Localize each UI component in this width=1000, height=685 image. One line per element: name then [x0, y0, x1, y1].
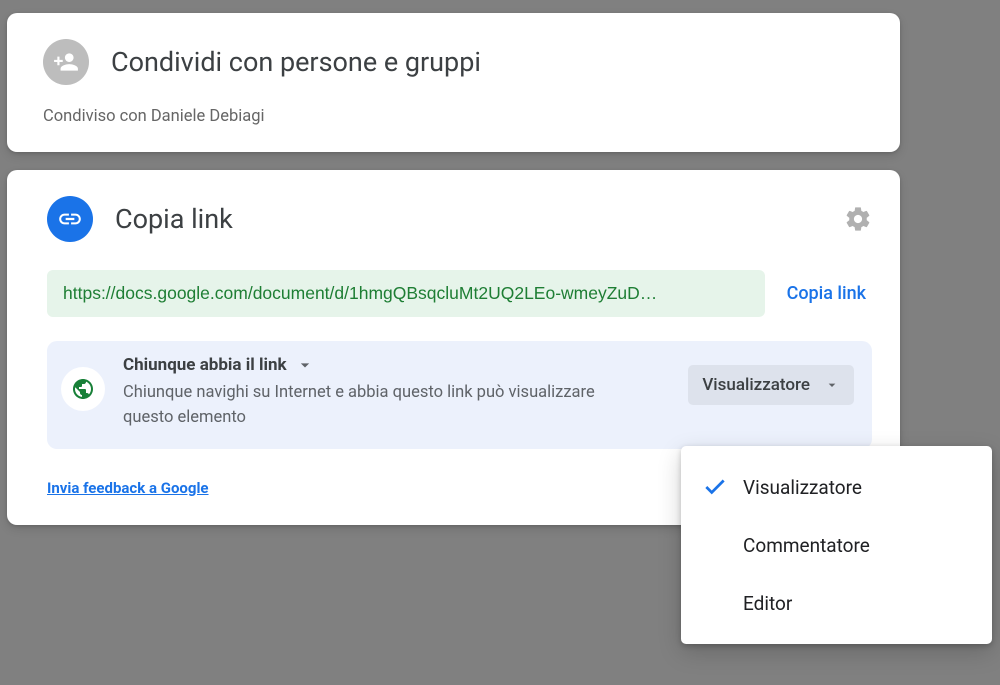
link-header-left: Copia link	[47, 196, 233, 242]
role-option-viewer[interactable]: Visualizzatore	[681, 458, 992, 516]
role-dropdown-button[interactable]: Visualizzatore	[688, 365, 854, 405]
access-text: Chiunque abbia il link Chiunque navighi …	[123, 355, 670, 431]
role-dropdown-menu: Visualizzatore Commentatore Editor	[681, 446, 992, 644]
check-placeholder	[701, 591, 729, 615]
access-scope-dropdown[interactable]: Chiunque abbia il link	[123, 355, 670, 375]
link-header: Copia link	[47, 196, 872, 242]
copy-link-button[interactable]: Copia link	[787, 283, 872, 304]
role-option-editor[interactable]: Editor	[681, 574, 992, 632]
check-placeholder	[701, 533, 729, 557]
gear-icon[interactable]	[844, 205, 872, 233]
link-icon	[47, 196, 93, 242]
share-title: Condividi con persone e gruppi	[111, 46, 481, 78]
share-people-card: Condividi con persone e gruppi Condiviso…	[7, 13, 900, 152]
feedback-link[interactable]: Invia feedback a Google	[47, 479, 209, 497]
role-option-commenter[interactable]: Commentatore	[681, 516, 992, 574]
current-role-label: Visualizzatore	[702, 375, 810, 395]
role-option-label: Commentatore	[743, 534, 870, 557]
access-scope-label: Chiunque abbia il link	[123, 355, 287, 375]
chevron-down-icon	[824, 377, 840, 393]
check-icon	[701, 475, 729, 499]
role-option-label: Visualizzatore	[743, 476, 862, 499]
link-title: Copia link	[115, 203, 233, 235]
share-header: Condividi con persone e gruppi	[43, 39, 872, 85]
person-add-icon	[43, 39, 89, 85]
share-url[interactable]: https://docs.google.com/document/d/1hmgQ…	[47, 270, 765, 317]
link-row: https://docs.google.com/document/d/1hmgQ…	[47, 270, 872, 317]
chevron-down-icon	[295, 355, 315, 375]
shared-with-text: Condiviso con Daniele Debiagi	[43, 107, 872, 126]
globe-icon	[61, 367, 105, 411]
role-option-label: Editor	[743, 592, 792, 615]
access-description: Chiunque navighi su Internet e abbia que…	[123, 381, 603, 431]
access-panel: Chiunque abbia il link Chiunque navighi …	[47, 341, 872, 449]
